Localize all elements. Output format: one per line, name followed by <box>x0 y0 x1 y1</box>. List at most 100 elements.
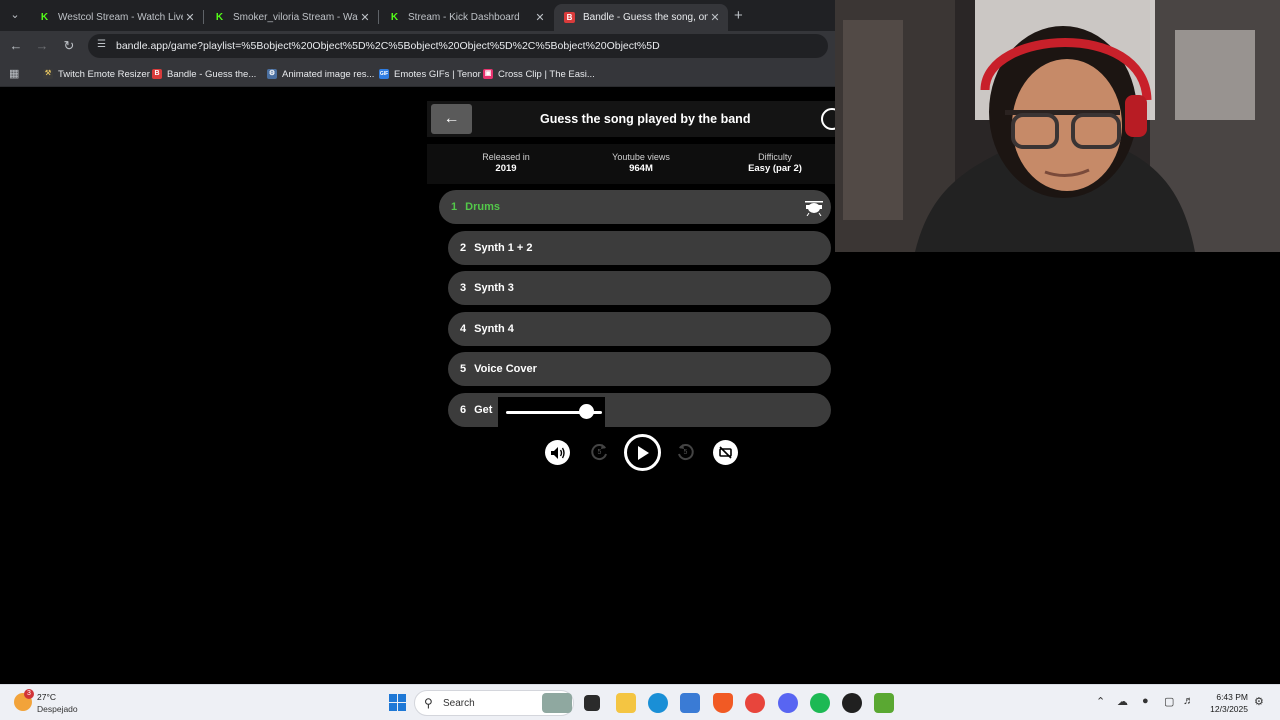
onedrive-cloud-icon[interactable]: ☁ <box>1117 695 1128 708</box>
tab-title: Bandle - Guess the song, one instrument … <box>583 12 708 23</box>
track-number: 6 <box>460 404 467 416</box>
track-number: 4 <box>460 323 467 335</box>
outlook-icon[interactable] <box>680 693 700 713</box>
tab-search-icon[interactable]: ⌄ <box>6 6 24 24</box>
brave-browser-icon[interactable] <box>713 693 733 713</box>
url-text[interactable]: bandle.app/game?playlist=%5Bobject%20Obj… <box>116 40 660 52</box>
bookmarks-bar: ▦ ⚒ Twitch Emote Resizer B Bandle - Gues… <box>0 61 835 87</box>
speaker-icon <box>550 446 565 459</box>
skip-button[interactable] <box>713 440 738 465</box>
obs-studio-icon[interactable] <box>842 693 862 713</box>
drum-kit-icon <box>805 201 823 216</box>
rewind-5-button[interactable]: 5 <box>589 442 610 463</box>
tab-bandle[interactable]: B Bandle - Guess the song, one instrumen… <box>554 4 728 31</box>
volume-slider[interactable] <box>498 397 605 427</box>
new-tab-plus-icon[interactable]: + <box>734 7 743 24</box>
bookmark-animated-image[interactable]: ⚙ Animated image res... <box>267 67 374 81</box>
tab-title: Westcol Stream - Watch Live on Kick <box>58 12 183 23</box>
track-number: 1 <box>451 201 458 213</box>
play-button[interactable] <box>624 434 661 471</box>
notification-bell-icon[interactable]: ⚙ <box>1254 695 1264 708</box>
search-icon: ⚲ <box>424 696 433 710</box>
search-highlight-icon[interactable] <box>542 693 572 713</box>
edge-browser-icon[interactable] <box>648 693 668 713</box>
weather-description[interactable]: Despejado <box>37 704 78 714</box>
skip-cross-icon <box>719 446 732 459</box>
tab-kick-dashboard[interactable]: K Stream - Kick Dashboard ✕ <box>379 4 553 31</box>
track-name: Synth 1 + 2 <box>474 242 533 254</box>
chrome-browser-icon[interactable] <box>745 693 765 713</box>
back-button[interactable]: ← <box>431 104 472 134</box>
network-icon[interactable]: ▢ <box>1164 695 1174 708</box>
search-placeholder: Search <box>443 698 475 709</box>
kick-favicon-icon: K <box>215 12 224 23</box>
info-difficulty: Difficulty Easy (par 2) <box>748 152 802 174</box>
reload-icon[interactable]: ↻ <box>60 37 78 55</box>
track-name: Synth 4 <box>474 323 514 335</box>
bandle-icon: B <box>152 69 162 79</box>
taskbar-clock[interactable]: 6:43 PM 12/3/2025 <box>1206 691 1248 715</box>
track-row-drums[interactable]: 1 Drums <box>439 190 831 224</box>
discord-icon[interactable] <box>778 693 798 713</box>
task-view-icon[interactable] <box>584 695 600 711</box>
info-youtube-views: Youtube views 964M <box>612 152 670 174</box>
minecraft-icon[interactable] <box>874 693 894 713</box>
volume-button[interactable] <box>545 440 570 465</box>
gif-icon: GIF <box>379 69 389 79</box>
spotify-icon[interactable] <box>810 693 830 713</box>
clock-time: 6:43 PM <box>1216 692 1248 702</box>
tab-smoker-viloria[interactable]: K Smoker_viloria Stream - Watch Live on … <box>204 4 378 31</box>
song-info-bar: Released in 2019 Youtube views 964M Diff… <box>427 144 835 184</box>
tab-westcol[interactable]: K Westcol Stream - Watch Live on Kick ✕ <box>29 4 203 31</box>
track-name: Synth 3 <box>474 282 514 294</box>
weather-temperature[interactable]: 27°C <box>37 692 56 702</box>
crossclip-icon: ▣ <box>483 69 493 79</box>
close-tab-icon[interactable]: ✕ <box>183 11 197 24</box>
arrow-left-icon: ← <box>443 110 460 127</box>
bookmark-twitch-emote-resizer[interactable]: ⚒ Twitch Emote Resizer <box>43 67 150 81</box>
windows-taskbar: 3 27°C Despejado ⚲ Search ⌃ ☁ ● ▢ ♬ 6:43… <box>0 684 1280 720</box>
volume-icon[interactable]: ♬ <box>1183 695 1194 707</box>
site-info-icon[interactable]: ☰ <box>97 39 106 50</box>
track-number: 2 <box>460 242 467 254</box>
file-explorer-icon[interactable] <box>616 693 636 713</box>
forward-arrow-icon[interactable]: → <box>33 37 51 55</box>
chevron-up-icon[interactable]: ⌃ <box>1096 695 1105 708</box>
track-name: Voice Cover <box>474 363 537 375</box>
bandle-favicon-icon: B <box>564 12 575 23</box>
game-title: Guess the song played by the band <box>540 112 751 126</box>
weather-badge: 3 <box>24 689 34 699</box>
bookmark-bandle[interactable]: B Bandle - Guess the... <box>152 67 256 81</box>
clock-date: 12/3/2025 <box>1210 704 1248 714</box>
close-tab-icon[interactable]: ✕ <box>533 11 547 24</box>
volume-knob[interactable] <box>578 404 594 419</box>
back-arrow-icon[interactable]: ← <box>7 37 25 55</box>
track-row-synth-4[interactable]: 4 Synth 4 <box>448 312 831 346</box>
forward-5-button[interactable]: 5 <box>675 442 696 463</box>
track-row-voice-cover[interactable]: 5 Voice Cover <box>448 352 831 386</box>
webcam-overlay <box>835 0 1280 252</box>
bookmark-crossclip[interactable]: ▣ Cross Clip | The Easi... <box>483 67 595 81</box>
kick-favicon-icon: K <box>40 12 49 23</box>
apps-grid-icon[interactable]: ▦ <box>9 68 21 80</box>
tab-strip: ⌄ K Westcol Stream - Watch Live on Kick … <box>0 0 835 31</box>
tab-title: Smoker_viloria Stream - Watch Live on Ki… <box>233 12 358 23</box>
tab-title: Stream - Kick Dashboard <box>408 12 520 23</box>
track-name: Get <box>474 404 493 416</box>
windows-start-icon[interactable] <box>389 694 406 711</box>
close-tab-icon[interactable]: ✕ <box>358 11 372 24</box>
track-name: Drums <box>465 201 500 213</box>
track-row-synth-3[interactable]: 3 Synth 3 <box>448 271 831 305</box>
forward-seconds: 5 <box>683 449 688 456</box>
game-header: ← Guess the song played by the band <box>427 101 843 137</box>
wrench-icon: ⚒ <box>43 69 53 79</box>
bandle-page: ← Guess the song played by the band Rele… <box>0 88 843 684</box>
address-bar[interactable]: ☰ bandle.app/game?playlist=%5Bobject%20O… <box>88 34 828 58</box>
rewind-seconds: 5 <box>597 449 602 456</box>
close-tab-icon[interactable]: ✕ <box>708 11 722 24</box>
track-row-synth-1-2[interactable]: 2 Synth 1 + 2 <box>448 231 831 265</box>
bookmark-tenor[interactable]: GIF Emotes GIFs | Tenor <box>379 67 481 81</box>
microphone-icon[interactable]: ● <box>1142 695 1149 707</box>
info-released: Released in 2019 <box>482 152 530 174</box>
kick-favicon-icon: K <box>390 12 399 23</box>
